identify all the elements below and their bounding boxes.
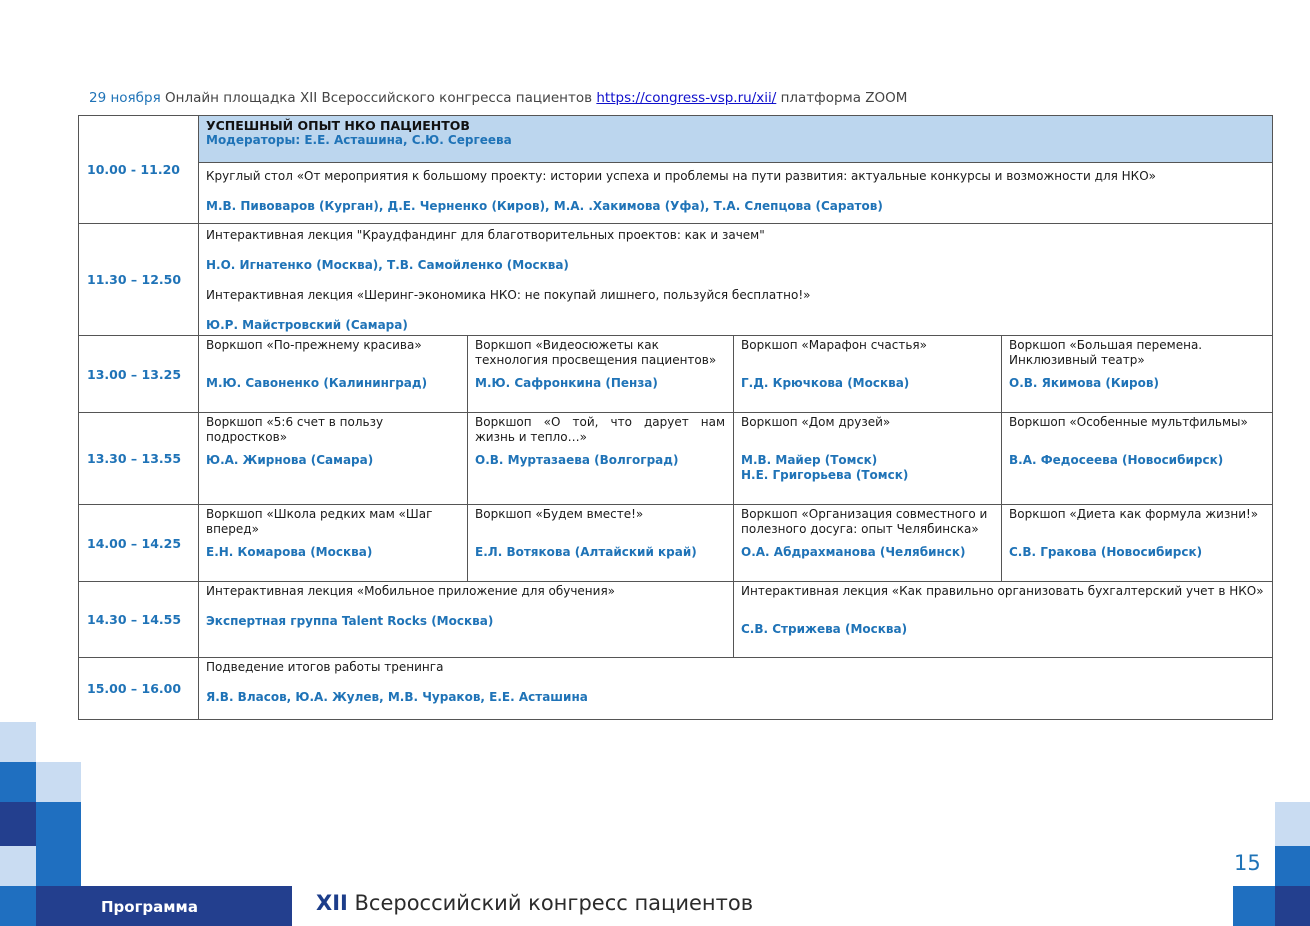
session-title: УСПЕШНЫЙ ОПЫТ НКО ПАЦИЕНТОВ (206, 118, 470, 133)
footer-congress-title: XII Всероссийский конгресс пациентов (316, 891, 753, 915)
speakers: М.В. Майер (Томск) (741, 453, 878, 467)
workshop-cell: Воркшоп «Видеосюжеты как технология прос… (467, 335, 734, 413)
event-title: Воркшоп «Марафон счастья» (741, 338, 927, 352)
congress-link[interactable]: https://congress-vsp.ru/xii/ (596, 90, 776, 106)
speakers: Я.В. Власов, Ю.А. Жулев, М.В. Чураков, Е… (206, 690, 588, 704)
workshop-cell: Воркшоп «О той, что дарует нам жизнь и т… (467, 412, 734, 505)
workshop-cell: Воркшоп «Дом друзей» М.В. Майер (Томск) … (733, 412, 1002, 505)
speakers-extra: Н.Е. Григорьева (Томск) (741, 468, 909, 482)
event-title: Воркшоп «5:6 счет в пользу подростков» (206, 415, 384, 444)
moderators: Модераторы: Е.Е. Асташина, С.Ю. Сергеева (206, 133, 512, 147)
event-title: Воркшоп «Будем вместе!» (475, 507, 644, 521)
time-slot: 14.30 – 14.55 (78, 581, 199, 658)
speakers: Ю.Р. Майстровский (Самара) (206, 318, 408, 332)
speakers: С.В. Гракова (Новосибирск) (1009, 545, 1203, 559)
speakers: О.В. Якимова (Киров) (1009, 376, 1159, 390)
workshop-cell: Воркшоп «5:6 счет в пользу подростков» Ю… (198, 412, 468, 505)
lecture-cell: Интерактивная лекция «Мобильное приложен… (198, 581, 734, 658)
workshop-cell: Воркшоп «Большая перемена. Инклюзивный т… (1000, 335, 1274, 413)
speakers: С.В. Стрижева (Москва) (741, 622, 908, 636)
time-slot: 14.00 – 14.25 (78, 504, 199, 582)
page-header-line: 29 ноября Онлайн площадка XII Всероссийс… (89, 90, 907, 106)
speakers: О.В. Муртазаева (Волгоград) (475, 453, 679, 467)
speakers: Экспертная группа Talent Rocks (Москва) (206, 614, 494, 628)
workshop-cell: Воркшоп «Будем вместе!» Е.Л. Вотякова (А… (467, 504, 734, 582)
workshop-cell: Воркшоп «По-прежнему красива» М.Ю. Савон… (198, 335, 468, 413)
event-title: Подведение итогов работы тренинга (206, 660, 444, 674)
table-row: 10.00 - 11.20 УСПЕШНЫЙ ОПЫТ НКО ПАЦИЕНТО… (78, 115, 1274, 224)
platform-text: платформа ZOOM (776, 90, 908, 106)
time-slot: 10.00 - 11.20 (78, 115, 199, 224)
table-row: 13.00 – 13.25 Воркшоп «По-прежнему краси… (78, 335, 1274, 413)
event-title: Воркшоп «По-прежнему красива» (206, 338, 422, 352)
time-slot: 15.00 – 16.00 (78, 657, 199, 720)
event-title: Воркшоп «Диета как формула жизни!» (1009, 507, 1259, 521)
event-title: Интерактивная лекция "Краудфандинг для б… (206, 228, 765, 242)
workshop-cell: Воркшоп «Диета как формула жизни!» С.В. … (1000, 504, 1274, 582)
footer-title-prefix: XII (316, 891, 348, 915)
session-cell: Подведение итогов работы тренинга Я.В. В… (197, 657, 1274, 720)
event-title: Воркшоп «Видеосюжеты как технология прос… (475, 338, 717, 367)
workshop-cell: Воркшоп «Особенные мультфильмы» В.А. Фед… (1000, 412, 1274, 505)
event-title: Круглый стол «От мероприятия к большому … (206, 169, 1156, 183)
speakers: Ю.А. Жирнова (Самара) (206, 453, 374, 467)
page-number: 15 (1234, 851, 1261, 875)
event-title: Воркшоп «Дом друзей» (741, 415, 891, 429)
lecture-cell: Интерактивная лекция «Как правильно орга… (732, 581, 1274, 658)
speakers: М.Ю. Савоненко (Калининград) (206, 376, 428, 390)
speakers: Н.О. Игнатенко (Москва), Т.В. Самойленко… (206, 258, 569, 272)
footer-program-label: Программа (101, 898, 198, 916)
table-row: 14.30 – 14.55 Интерактивная лекция «Моби… (78, 581, 1274, 658)
table-row: 13.30 – 13.55 Воркшоп «5:6 счет в пользу… (78, 412, 1274, 505)
table-row: Круглый стол «От мероприятия к большому … (79, 162, 1274, 224)
schedule-table: 10.00 - 11.20 УСПЕШНЫЙ ОПЫТ НКО ПАЦИЕНТО… (78, 115, 1274, 720)
speakers: В.А. Федосеева (Новосибирск) (1009, 453, 1224, 467)
session-cell: Круглый стол «От мероприятия к большому … (197, 162, 1274, 224)
table-row: 15.00 – 16.00 Подведение итогов работы т… (78, 657, 1274, 720)
footer-title-rest: Всероссийский конгресс пациентов (347, 891, 754, 915)
event-title: Воркшоп «О той, что дарует нам жизнь и т… (475, 415, 725, 444)
footer-program-bar: Программа (36, 886, 292, 926)
speakers: О.А. Абдрахманова (Челябинск) (741, 545, 966, 559)
speakers: М.Ю. Сафронкина (Пенза) (475, 376, 658, 390)
speakers: Е.Н. Комарова (Москва) (206, 545, 373, 559)
event-title: Интерактивная лекция «Шеринг-экономика Н… (206, 288, 811, 302)
workshop-cell: Воркшоп «Марафон счастья» Г.Д. Крючкова … (733, 335, 1002, 413)
speakers: Г.Д. Крючкова (Москва) (741, 376, 910, 390)
time-slot: 11.30 – 12.50 (78, 223, 199, 336)
time-slot: 13.30 – 13.55 (78, 412, 199, 505)
venue-text: Онлайн площадка XII Всероссийского конгр… (160, 90, 597, 106)
event-title: Воркшоп «Организация совместного и полез… (741, 507, 988, 536)
workshop-cell: Воркшоп «Организация совместного и полез… (733, 504, 1002, 582)
time-slot: 13.00 – 13.25 (78, 335, 199, 413)
table-row: 14.00 – 14.25 Воркшоп «Школа редких мам … (78, 504, 1274, 582)
event-title: Воркшоп «Школа редких мам «Шаг вперед» (206, 507, 433, 536)
workshop-cell: Воркшоп «Школа редких мам «Шаг вперед» Е… (198, 504, 468, 582)
event-title: Воркшоп «Особенные мультфильмы» (1009, 415, 1248, 429)
event-date: 29 ноября (89, 90, 161, 106)
event-title: Интерактивная лекция «Как правильно орга… (741, 584, 1264, 598)
speakers: М.В. Пивоваров (Курган), Д.Е. Черненко (… (206, 199, 883, 213)
session-header: УСПЕШНЫЙ ОПЫТ НКО ПАЦИЕНТОВ Модераторы: … (197, 115, 1274, 163)
event-title: Интерактивная лекция «Мобильное приложен… (206, 584, 616, 598)
table-row: 11.30 – 12.50 Интерактивная лекция "Крау… (78, 223, 1274, 336)
speakers: Е.Л. Вотякова (Алтайский край) (475, 545, 697, 559)
session-cell: Интерактивная лекция "Краудфандинг для б… (197, 223, 1274, 336)
event-title: Воркшоп «Большая перемена. Инклюзивный т… (1009, 338, 1203, 367)
